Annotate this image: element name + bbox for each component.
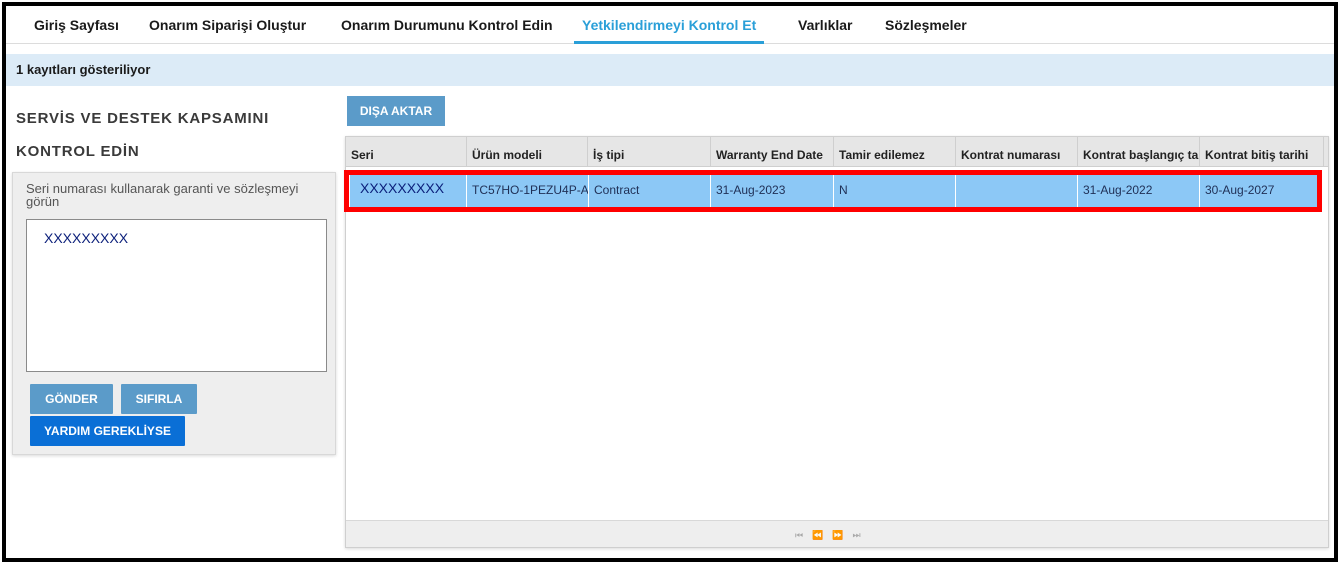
cell-contract-end-date: 30-Aug-2027 xyxy=(1205,183,1275,197)
submit-button[interactable]: GÖNDER xyxy=(30,384,113,414)
serial-search-panel: Seri numarası kullanarak garanti ve sözl… xyxy=(12,172,336,455)
pager-controls: ⏮ ⏪ ⏩ ⏭ xyxy=(795,529,861,541)
column-header-serial[interactable]: Seri xyxy=(346,137,467,167)
table-header: Seri Ürün modeli İş tipi Warranty End Da… xyxy=(346,137,1328,167)
search-description: Seri numarası kullanarak garanti ve sözl… xyxy=(26,181,299,209)
help-button[interactable]: YARDIM GEREKLİYSE xyxy=(30,416,185,446)
serial-number-input[interactable] xyxy=(26,219,327,372)
tab-contracts[interactable]: Sözleşmeler xyxy=(885,6,967,43)
tab-create-repair-order[interactable]: Onarım Siparişi Oluştur xyxy=(149,6,306,43)
reset-button[interactable]: SIFIRLA xyxy=(121,384,197,414)
first-page-icon[interactable]: ⏮ xyxy=(795,529,803,541)
page-title-line-1: SERVİS VE DESTEK KAPSAMINI xyxy=(16,110,270,127)
cell-serial: XXXXXXXXX xyxy=(350,174,467,207)
next-page-icon[interactable]: ⏩ xyxy=(832,529,843,541)
cell-job-type: Contract xyxy=(589,174,711,207)
column-header-contract-end-date[interactable]: Kontrat bitiş tarihi xyxy=(1200,137,1324,167)
table-pager: ⏮ ⏪ ⏩ ⏭ xyxy=(346,520,1328,547)
record-count-bar: 1 kayıtları gösteriliyor xyxy=(6,54,1334,86)
tab-check-entitlement[interactable]: Yetkilendirmeyi Kontrol Et xyxy=(573,6,765,44)
tab-home[interactable]: Giriş Sayfası xyxy=(34,6,119,43)
column-header-product-model[interactable]: Ürün modeli xyxy=(467,137,588,167)
export-button[interactable]: DIŞA AKTAR xyxy=(347,96,445,126)
column-header-contract-start-date[interactable]: Kontrat başlangıç tarihi xyxy=(1078,137,1200,167)
page-title-line-2: KONTROL EDİN xyxy=(16,143,140,160)
entitlement-table: Seri Ürün modeli İş tipi Warranty End Da… xyxy=(344,136,1329,548)
top-navigation: Giriş Sayfası Onarım Siparişi Oluştur On… xyxy=(6,6,1334,44)
column-header-warranty-end-date[interactable]: Warranty End Date xyxy=(711,137,834,167)
column-header-non-repairable[interactable]: Tamir edilemez xyxy=(834,137,956,167)
cell-contract-number xyxy=(956,174,1078,207)
app-frame: Giriş Sayfası Onarım Siparişi Oluştur On… xyxy=(2,2,1338,562)
previous-page-icon[interactable]: ⏪ xyxy=(812,529,823,541)
column-header-contract-number[interactable]: Kontrat numarası xyxy=(956,137,1078,167)
tab-check-repair-status[interactable]: Onarım Durumunu Kontrol Edin xyxy=(341,6,553,43)
table-row[interactable]: XXXXXXXXX TC57HO-1PEZU4P-A6 Contract 31-… xyxy=(350,174,1320,207)
cell-product-model: TC57HO-1PEZU4P-A6 xyxy=(467,174,589,207)
cell-non-repairable: N xyxy=(834,174,956,207)
tab-assets[interactable]: Varlıklar xyxy=(798,6,853,43)
last-page-icon[interactable]: ⏭ xyxy=(853,529,861,541)
column-header-job-type[interactable]: İş tipi xyxy=(588,137,711,167)
cell-contract-start-date: 31-Aug-2022 xyxy=(1078,174,1200,207)
cell-warranty-end-date: 31-Aug-2023 xyxy=(711,174,834,207)
